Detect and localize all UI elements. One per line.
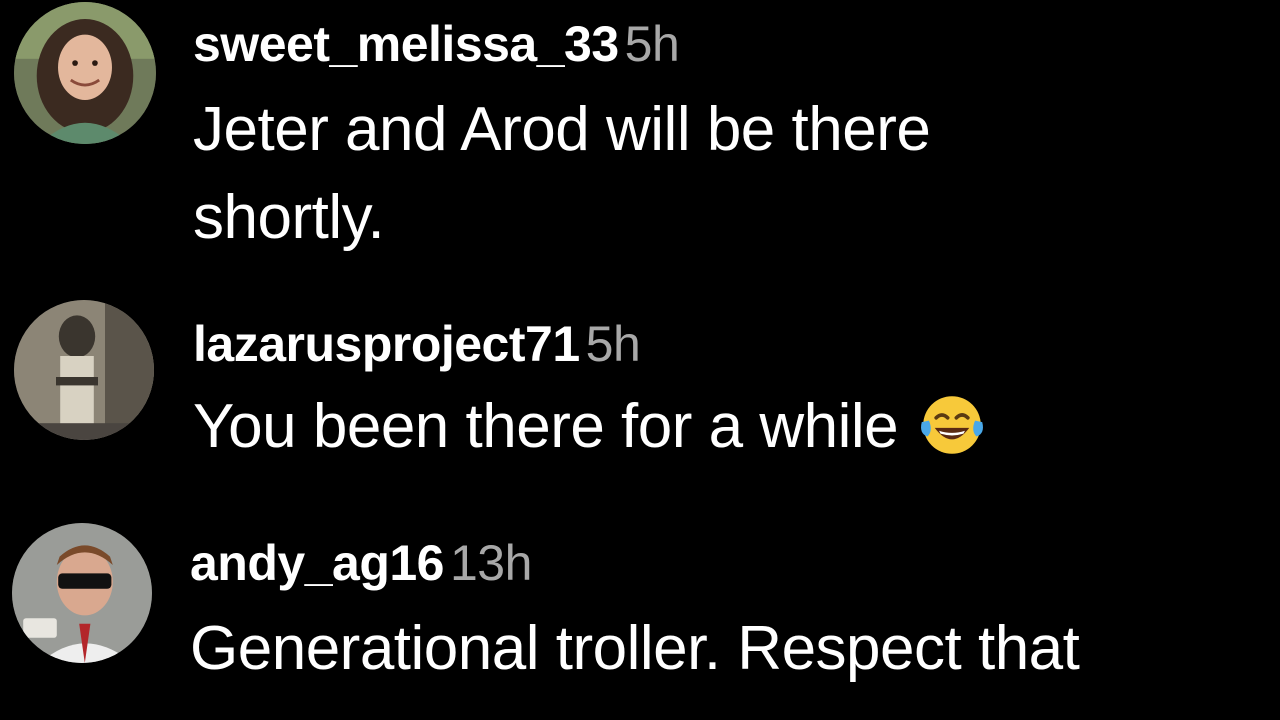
avatar-photo-icon [12, 523, 152, 663]
avatar[interactable] [12, 523, 152, 663]
avatar[interactable] [14, 2, 156, 144]
username-link[interactable]: lazarusproject71 [193, 316, 580, 372]
avatar-photo-icon [14, 2, 156, 144]
avatar[interactable] [14, 300, 154, 440]
username-link[interactable]: sweet_melissa_33 [193, 16, 619, 72]
timestamp: 5h [624, 16, 680, 72]
comment-line: shortly. [193, 183, 385, 252]
comment-line: You been there for a while [193, 392, 899, 461]
comment-item: lazarusproject71 5h You been there for a … [0, 290, 1280, 480]
tears-of-joy-emoji-icon [916, 389, 988, 461]
avatar-photo-icon [14, 300, 154, 440]
comment-text: Generational troller. Respect that [190, 605, 1080, 693]
comment-item: andy_ag16 13h Generational troller. Respe… [0, 515, 1280, 720]
comment-header: andy_ag16 13h [190, 533, 532, 593]
comment-text: Jeter and Arod will be there shortly. [193, 86, 931, 262]
timestamp: 5h [585, 316, 641, 372]
comment-header: lazarusproject71 5h [193, 314, 641, 374]
username-link[interactable]: andy_ag16 [190, 535, 444, 591]
comment-line: Generational troller. Respect that [190, 614, 1080, 683]
timestamp: 13h [449, 535, 532, 591]
comment-line: Jeter and Arod will be there [193, 95, 931, 164]
comment-item: sweet_melissa_33 5h Jeter and Arod will b… [0, 0, 1280, 270]
comment-header: sweet_melissa_33 5h [193, 14, 680, 74]
comment-text: You been there for a while [193, 383, 988, 471]
